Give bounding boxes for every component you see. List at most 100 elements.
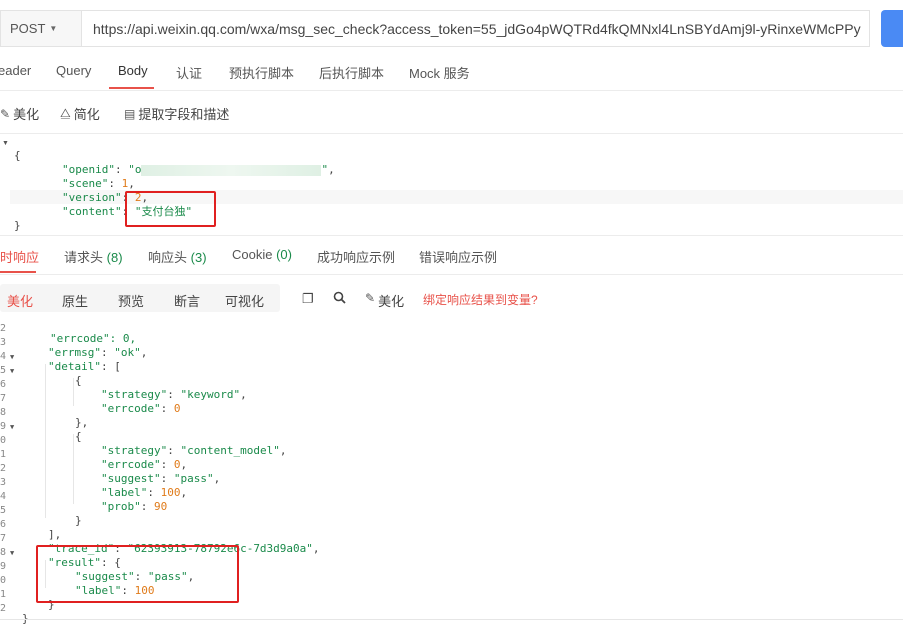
tab-pre-script[interactable]: 预执行脚本 bbox=[229, 63, 294, 82]
method-label: POST bbox=[10, 21, 46, 36]
line-number: 4 bbox=[0, 491, 7, 502]
json-key: "strategy" bbox=[101, 444, 168, 457]
tab-auth[interactable]: 认证 bbox=[176, 63, 202, 82]
view-mode-visualize[interactable]: 可视化 bbox=[225, 291, 264, 310]
json-key: "openid" bbox=[62, 163, 115, 176]
tab-realtime-response[interactable]: 时响应 bbox=[0, 247, 39, 266]
url-input[interactable]: https://api.weixin.qq.com/wxa/msg_sec_ch… bbox=[82, 10, 870, 47]
json-key: "detail" bbox=[48, 360, 101, 373]
fold-arrow-icon[interactable]: ▼ bbox=[10, 420, 14, 434]
line-number: 2 bbox=[0, 603, 7, 614]
line-number: 3 bbox=[0, 477, 7, 488]
view-mode-preview[interactable]: 预览 bbox=[118, 291, 144, 310]
tab-response-headers[interactable]: 响应头 (3) bbox=[148, 247, 207, 266]
line-number: 9 bbox=[0, 421, 7, 432]
tab-label: 响应头 bbox=[148, 250, 188, 265]
search-icon[interactable] bbox=[333, 291, 346, 307]
count-badge: (8) bbox=[106, 250, 123, 265]
divider bbox=[0, 235, 903, 236]
json-value: 100 bbox=[160, 486, 181, 499]
line-number: 7 bbox=[0, 393, 7, 404]
send-button[interactable] bbox=[881, 10, 903, 47]
redacted-value bbox=[141, 164, 322, 176]
json-value: "o bbox=[128, 163, 142, 176]
json-key: "errcode" bbox=[101, 458, 161, 471]
tab-body[interactable]: Body bbox=[118, 63, 148, 78]
tab-request-headers[interactable]: 请求头 (8) bbox=[64, 247, 123, 266]
json-key: "content" bbox=[62, 205, 122, 218]
line-number: 9 bbox=[0, 561, 7, 572]
line-number: 6 bbox=[0, 519, 7, 530]
fold-arrow-icon[interactable]: ▼ bbox=[10, 350, 14, 364]
json-value: "content_model" bbox=[180, 444, 280, 457]
fold-arrow-icon[interactable]: ▼ bbox=[10, 364, 14, 378]
fold-arrow-icon[interactable]: ▼ bbox=[10, 546, 14, 560]
beautify-label: 美化 bbox=[378, 294, 405, 309]
tab-label: Cookie bbox=[232, 247, 273, 262]
json-key: "version" bbox=[62, 191, 122, 204]
json-line: "errcode": 0, bbox=[50, 332, 137, 345]
active-tab-indicator bbox=[0, 271, 36, 273]
line-number: 8 bbox=[0, 547, 7, 558]
line-number: 0 bbox=[0, 575, 7, 586]
json-key: "strategy" bbox=[101, 388, 168, 401]
extract-fields-button[interactable]: ▤ 提取字段和描述 bbox=[124, 104, 229, 123]
fold-arrow-icon[interactable]: ▼ bbox=[2, 140, 9, 147]
active-tab-indicator bbox=[109, 87, 154, 89]
line-number-gutter: 2 3 4 ▼ 5 ▼ 6 7 8 9 ▼ 0 1 2 3 4 5 6 7 8 ▼ 9 … bbox=[0, 322, 14, 616]
highlight-box-content bbox=[125, 191, 216, 227]
view-mode-raw[interactable]: 原生 bbox=[62, 291, 88, 310]
line-number: 7 bbox=[0, 533, 7, 544]
line-number: 5 bbox=[0, 505, 7, 516]
json-value: "keyword" bbox=[180, 388, 241, 401]
tab-error-example[interactable]: 错误响应示例 bbox=[419, 247, 497, 266]
json-value: 90 bbox=[154, 500, 168, 513]
highlight-box-result bbox=[36, 545, 239, 603]
document-icon: ▤ bbox=[124, 106, 136, 121]
line-number: 4 bbox=[0, 351, 7, 362]
line-number: 3 bbox=[0, 337, 7, 348]
json-value: "pass" bbox=[173, 472, 214, 485]
json-key: "errmsg" bbox=[48, 346, 101, 359]
line-number: 5 bbox=[0, 365, 7, 376]
count-badge: (0) bbox=[276, 247, 292, 262]
extract-label: 提取字段和描述 bbox=[138, 107, 230, 122]
tab-post-script[interactable]: 后执行脚本 bbox=[319, 63, 384, 82]
line-number: 8 bbox=[0, 407, 7, 418]
beautify-label: 美化 bbox=[13, 107, 40, 122]
wand-icon: ✎ bbox=[0, 106, 11, 121]
view-mode-beautify[interactable]: 美化 bbox=[7, 291, 33, 310]
json-value: 0 bbox=[173, 402, 181, 415]
copy-icon[interactable]: ❐ bbox=[302, 291, 314, 307]
line-number: 1 bbox=[0, 589, 7, 600]
simplify-label: 简化 bbox=[73, 107, 100, 122]
tab-query[interactable]: Query bbox=[56, 63, 91, 78]
divider bbox=[0, 90, 903, 91]
json-key: "scene" bbox=[62, 177, 109, 190]
json-key: "errcode" bbox=[101, 402, 161, 415]
line-number: 6 bbox=[0, 379, 7, 390]
tree-icon: ⧋ bbox=[60, 106, 71, 120]
json-brace: } bbox=[14, 219, 21, 232]
json-key: "suggest" bbox=[101, 472, 161, 485]
divider bbox=[0, 133, 903, 134]
tab-success-example[interactable]: 成功响应示例 bbox=[317, 247, 395, 266]
method-select[interactable]: POST ▼ bbox=[0, 10, 82, 47]
chevron-down-icon: ▼ bbox=[49, 24, 58, 33]
json-key: "label" bbox=[101, 486, 148, 499]
divider bbox=[0, 619, 903, 620]
line-number: 0 bbox=[0, 435, 7, 446]
line-number: 2 bbox=[0, 463, 7, 474]
wand-icon: ✎ bbox=[365, 291, 376, 305]
view-mode-assert[interactable]: 断言 bbox=[174, 291, 200, 310]
beautify-button[interactable]: ✎ 美化 bbox=[0, 104, 39, 123]
tab-cookie[interactable]: Cookie (0) bbox=[232, 247, 292, 262]
line-number: 1 bbox=[0, 449, 7, 460]
bind-to-variable-link[interactable]: 绑定响应结果到变量? bbox=[423, 291, 538, 308]
tab-mock[interactable]: Mock 服务 bbox=[409, 63, 470, 82]
count-badge: (3) bbox=[190, 250, 207, 265]
tab-header[interactable]: eader bbox=[0, 63, 31, 78]
response-beautify-button[interactable]: ✎ 美化 bbox=[365, 291, 404, 310]
line-number: 2 bbox=[0, 323, 7, 334]
simplify-button[interactable]: ⧋ 简化 bbox=[60, 104, 100, 123]
